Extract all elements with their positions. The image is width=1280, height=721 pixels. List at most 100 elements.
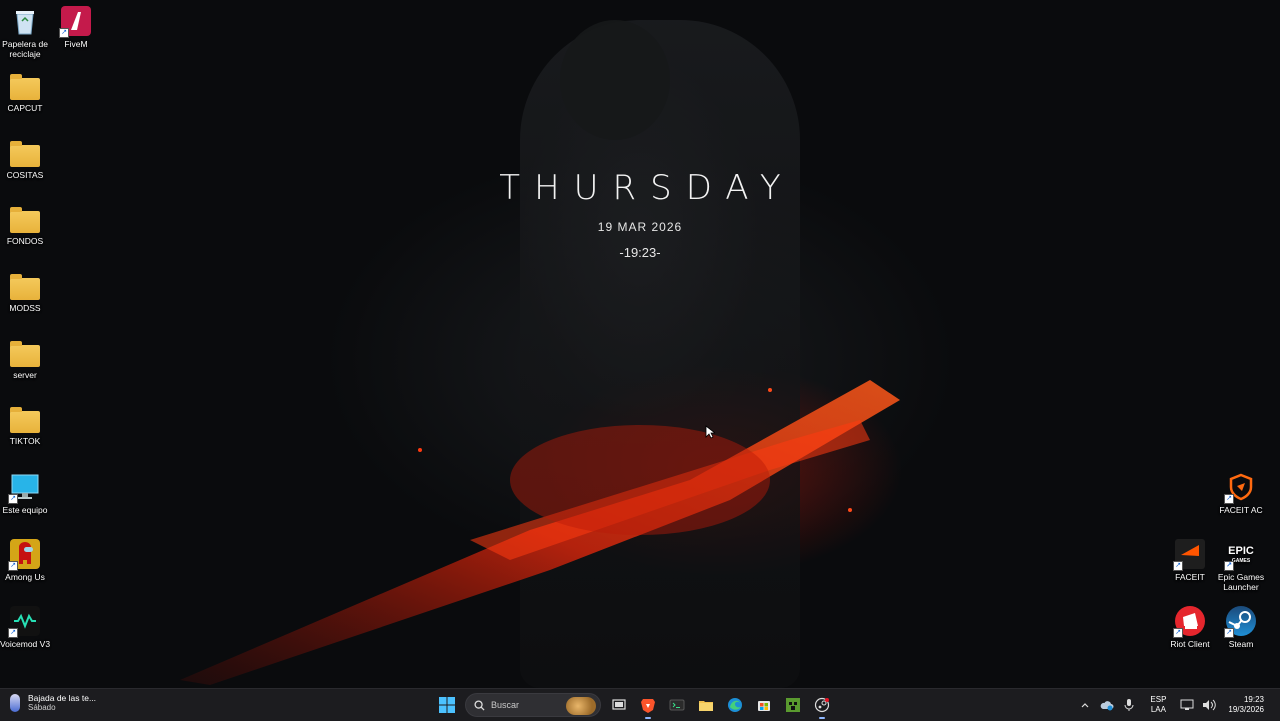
minecraft-icon xyxy=(786,698,800,712)
shortcut-arrow-icon: ↗ xyxy=(1224,494,1234,504)
system-tray: ESP LAA 19:23 19/3/2026 xyxy=(1074,689,1280,721)
desktop-icon-riot[interactable]: ↗ Riot Client xyxy=(1162,606,1218,649)
desktop-icon-este-equipo[interactable]: ↗ Este equipo xyxy=(0,472,53,515)
riot-icon: ↗ xyxy=(1173,606,1205,638)
faceit-icon: ↗ xyxy=(1173,539,1205,571)
tray-network[interactable] xyxy=(1179,697,1195,713)
shortcut-arrow-icon: ↗ xyxy=(59,28,69,38)
shortcut-arrow-icon: ↗ xyxy=(1173,628,1183,638)
windows-logo-icon xyxy=(439,697,455,713)
tray-volume[interactable] xyxy=(1201,697,1217,713)
epic-logo-text-top: EPIC xyxy=(1228,545,1254,557)
among-us-icon: ↗ xyxy=(8,539,40,571)
desktop-icon-faceit-ac[interactable]: ↗ FACEIT AC xyxy=(1213,472,1269,515)
weather-widget[interactable]: Bajada de las te... Sábado xyxy=(10,693,96,713)
shortcut-arrow-icon: ↗ xyxy=(1224,628,1234,638)
computer-icon: ↗ xyxy=(8,472,40,504)
folder-icon xyxy=(10,74,40,100)
brave-icon xyxy=(641,699,655,713)
weather-title: Bajada de las te... xyxy=(28,693,97,703)
cloud-icon xyxy=(1101,701,1114,711)
chevron-up-icon xyxy=(1081,703,1089,708)
folder-icon xyxy=(10,274,40,300)
taskbar-steam[interactable] xyxy=(811,694,833,719)
taskbar: Bajada de las te... Sábado Buscar ESP LA… xyxy=(0,688,1280,721)
epic-logo-text-bottom: GAMES xyxy=(1232,558,1251,564)
desktop-wallpaper xyxy=(0,0,1280,688)
shortcut-arrow-icon: ↗ xyxy=(8,494,18,504)
tray-microphone[interactable] xyxy=(1121,697,1137,713)
fivem-icon: ↗ xyxy=(59,6,91,38)
desktop-icon-label: Este equipo xyxy=(2,505,48,515)
faceit-ac-icon: ↗ xyxy=(1224,472,1256,504)
taskbar-apps: Buscar xyxy=(436,693,833,719)
store-icon xyxy=(758,701,770,711)
desktop-icon-faceit[interactable]: ↗ FACEIT xyxy=(1162,539,1218,582)
taskbar-brave[interactable] xyxy=(637,694,659,719)
desktop-icon-label: FACEIT AC xyxy=(1219,505,1263,515)
clock-day: THURSDAY xyxy=(499,168,795,208)
tray-clock[interactable]: 19:23 19/3/2026 xyxy=(1228,695,1264,715)
task-view-button[interactable] xyxy=(608,694,630,716)
file-explorer-icon xyxy=(699,701,713,711)
folder-icon xyxy=(10,341,40,367)
search-icon xyxy=(474,699,485,711)
taskbar-terminal[interactable] xyxy=(666,694,688,716)
task-view-icon xyxy=(612,699,626,710)
shortcut-arrow-icon: ↗ xyxy=(1224,561,1234,571)
lang-line2: LAA xyxy=(1150,705,1166,714)
desktop-icon-capcut[interactable]: CAPCUT xyxy=(0,72,53,113)
lang-line1: ESP xyxy=(1150,695,1167,704)
desktop-icon-label: CAPCUT xyxy=(7,103,43,113)
desktop-icon-label: Epic Games Launcher xyxy=(1217,572,1265,592)
desktop-icon-voicemod[interactable]: ↗ Voicemod V3 xyxy=(0,606,53,649)
taskbar-search-box[interactable]: Buscar xyxy=(465,693,601,717)
desktop-icon-label: FiveM xyxy=(64,39,88,49)
shortcut-arrow-icon: ↗ xyxy=(8,628,18,638)
desktop-icon-label: Steam xyxy=(1228,639,1254,649)
mouse-cursor-icon xyxy=(705,425,715,439)
desktop-icon-fondos[interactable]: FONDOS xyxy=(0,205,53,246)
desktop-icon-steam[interactable]: ↗ Steam xyxy=(1213,606,1269,649)
tray-date: 19/3/2026 xyxy=(1228,705,1264,714)
wallpaper-fire-rifle xyxy=(180,380,900,685)
desktop-icon-cositas[interactable]: COSITAS xyxy=(0,139,53,180)
folder-icon xyxy=(10,141,40,167)
shortcut-arrow-icon: ↗ xyxy=(1173,561,1183,571)
folder-icon xyxy=(10,407,40,433)
epic-games-icon: EPIC GAMES ↗ xyxy=(1224,539,1256,571)
shortcut-arrow-icon: ↗ xyxy=(8,561,18,571)
desktop-icon-label: FACEIT xyxy=(1175,572,1205,582)
wallpaper-soldier-head xyxy=(560,20,670,140)
desktop-icon-label: TIKTOK xyxy=(9,436,41,446)
start-button[interactable] xyxy=(436,694,458,716)
taskbar-store[interactable] xyxy=(753,694,775,716)
voicemod-icon: ↗ xyxy=(8,606,40,638)
desktop-icon-fivem[interactable]: ↗ FiveM xyxy=(48,6,104,49)
desktop-icon-label: Riot Client xyxy=(1170,639,1210,649)
weather-subtitle: Sábado xyxy=(28,703,56,712)
desktop-icon-server[interactable]: server xyxy=(0,339,53,380)
desktop-icon-among-us[interactable]: ↗ Among Us xyxy=(0,539,53,582)
tray-onedrive[interactable] xyxy=(1099,697,1115,713)
input-language-indicator[interactable]: ESP LAA xyxy=(1150,695,1166,715)
desktop-icon-label: Among Us xyxy=(5,572,45,582)
speaker-icon xyxy=(1203,699,1217,711)
desktop-icon-modss[interactable]: MODSS xyxy=(0,272,53,313)
network-icon xyxy=(1180,699,1194,710)
show-hidden-icons-button[interactable] xyxy=(1077,697,1093,713)
taskbar-minecraft[interactable] xyxy=(782,694,804,716)
clock-date: 19 MAR 2026 xyxy=(597,220,683,234)
desktop-icon-label: Voicemod V3 xyxy=(0,639,51,649)
desktop-icon-tiktok[interactable]: TIKTOK xyxy=(0,405,53,446)
taskbar-file-explorer[interactable] xyxy=(695,694,717,716)
desktop-icon-label: MODSS xyxy=(9,303,41,313)
desktop-icon-recycle-bin[interactable]: Papelera de reciclaje xyxy=(0,6,53,59)
taskbar-edge[interactable] xyxy=(724,694,746,716)
thermometer-icon xyxy=(10,694,20,712)
edge-icon xyxy=(728,698,742,712)
tray-time: 19:23 xyxy=(1243,695,1264,704)
desktop-icon-label: FONDOS xyxy=(6,236,44,246)
desktop-icon-epic-games[interactable]: EPIC GAMES ↗ Epic Games Launcher xyxy=(1213,539,1269,592)
search-placeholder: Buscar xyxy=(491,700,520,710)
